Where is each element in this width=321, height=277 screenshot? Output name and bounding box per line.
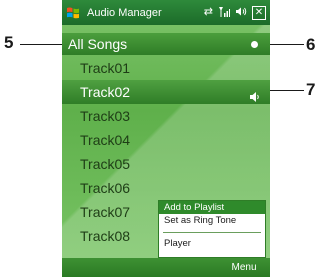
all-songs-header[interactable]: All Songs: [62, 33, 270, 55]
app-title: Audio Manager: [87, 6, 162, 19]
volume-icon[interactable]: [235, 6, 247, 20]
track-label: Track02: [80, 84, 131, 100]
indicator-dot-icon: [251, 40, 258, 48]
all-songs-label: All Songs: [68, 36, 128, 52]
menu-item-player[interactable]: Player: [159, 237, 265, 250]
callout-5-line: [20, 44, 64, 45]
menu-separator: [163, 232, 261, 233]
track-item[interactable]: Track03: [62, 104, 270, 128]
signal-icon[interactable]: [218, 6, 230, 20]
track-item-selected[interactable]: Track02: [62, 80, 270, 104]
softkey-bar: Menu: [62, 258, 270, 277]
track-item[interactable]: Track01: [62, 56, 270, 80]
connectivity-icon[interactable]: ⇄: [204, 7, 213, 18]
context-menu: Add to Playlist Set as Ring Tone Player: [158, 200, 266, 258]
menu-item-add-to-playlist[interactable]: Add to Playlist: [159, 201, 265, 214]
device-screen: Audio Manager ⇄ ✕ All Songs Track01 Trac…: [62, 0, 270, 277]
track-item[interactable]: Track04: [62, 128, 270, 152]
callout-7: 7: [306, 80, 316, 99]
menu-item-set-as-ring-tone[interactable]: Set as Ring Tone: [159, 214, 265, 227]
menu-softkey-button[interactable]: Menu: [218, 258, 270, 277]
windows-start-icon[interactable]: [62, 0, 84, 25]
title-bar: Audio Manager ⇄ ✕: [62, 0, 270, 25]
status-icons: ⇄ ✕: [204, 5, 266, 20]
track-item[interactable]: Track05: [62, 152, 270, 176]
callout-6: 6: [306, 35, 316, 54]
track-item[interactable]: Track06: [62, 176, 270, 200]
close-icon[interactable]: ✕: [252, 5, 266, 20]
callout-5: 5: [4, 33, 14, 52]
